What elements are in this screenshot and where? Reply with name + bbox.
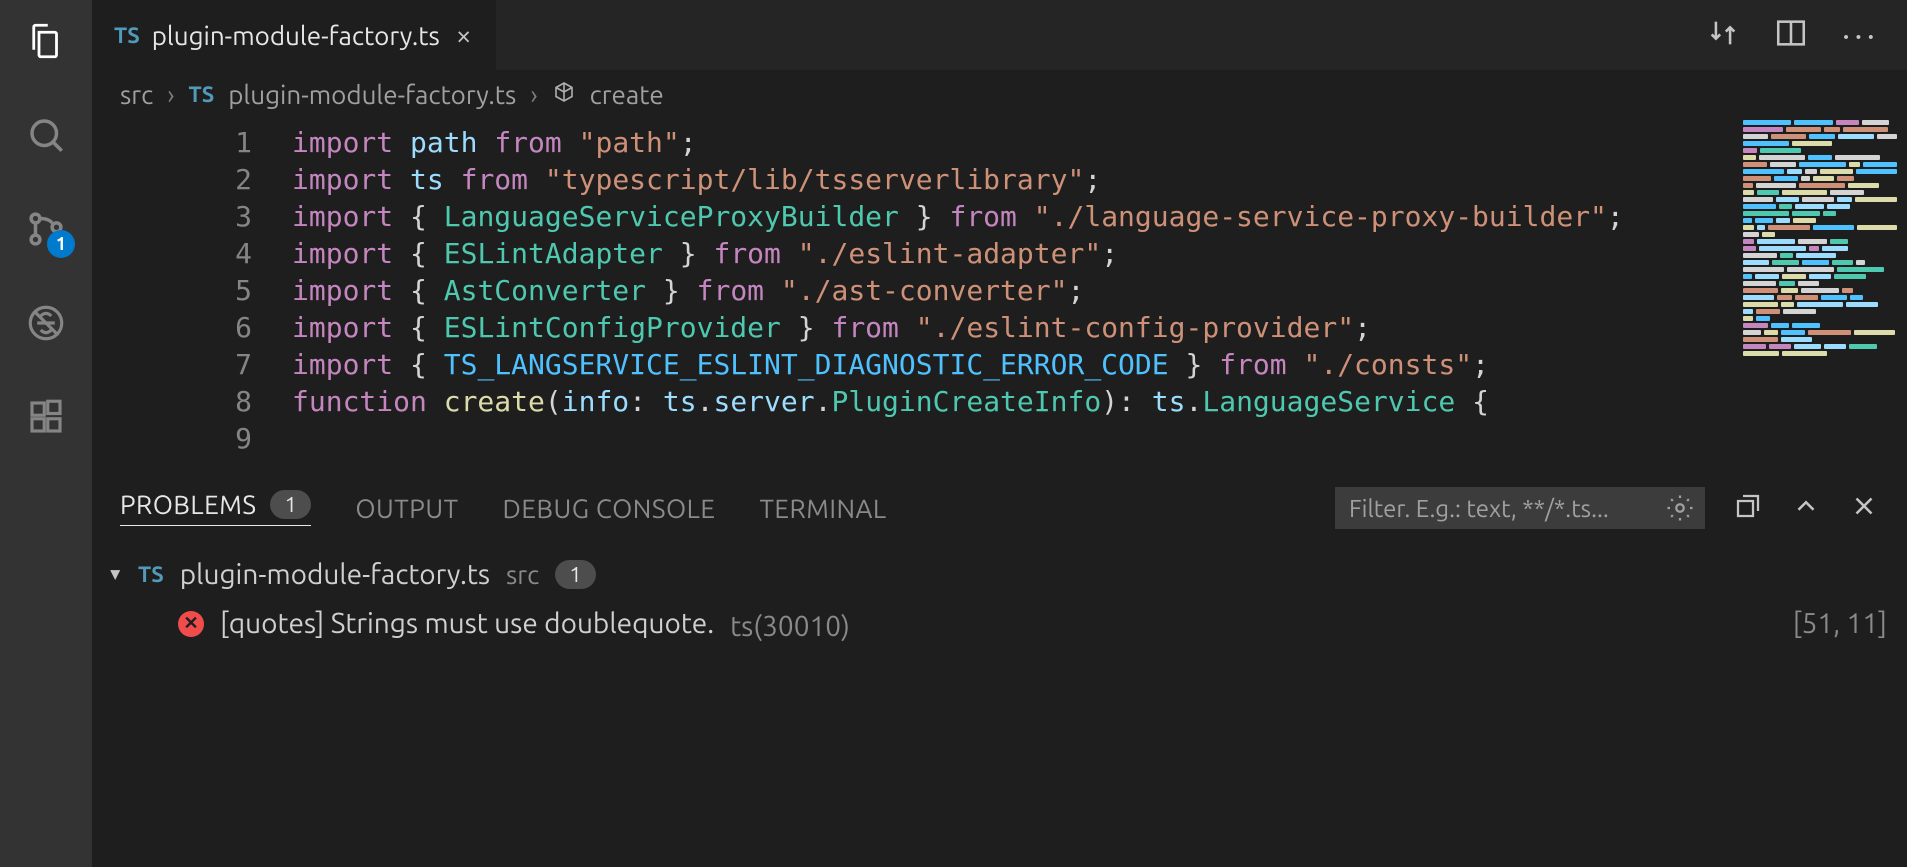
- chevron-up-icon[interactable]: [1791, 491, 1821, 525]
- tab-terminal[interactable]: TERMINAL: [759, 494, 886, 523]
- minimap[interactable]: [1737, 118, 1907, 470]
- tabs-actions: ···: [1706, 0, 1907, 70]
- tab-terminal-label: TERMINAL: [759, 494, 886, 523]
- ts-badge-icon: TS: [114, 23, 140, 48]
- search-icon[interactable]: [23, 112, 69, 158]
- panel-tabs: PROBLEMS 1 OUTPUT DEBUG CONSOLE TERMINAL…: [92, 471, 1907, 545]
- close-icon[interactable]: ×: [452, 20, 476, 51]
- problem-message: [quotes] Strings must use doublequote.: [220, 608, 714, 639]
- breadcrumb-symbol[interactable]: create: [590, 80, 664, 109]
- panel-body: ▸ TS plugin-module-factory.ts src 1 ✕ [q…: [92, 545, 1907, 659]
- tab-output-label: OUTPUT: [355, 494, 458, 523]
- filter-placeholder: Filter. E.g.: text, **/*.ts...: [1349, 495, 1609, 522]
- problems-count-badge: 1: [270, 490, 311, 519]
- chevron-right-icon: ›: [530, 80, 537, 109]
- line-number-gutter: 123456789: [92, 118, 292, 470]
- editor-tab[interactable]: TS plugin-module-factory.ts ×: [92, 0, 497, 70]
- split-editor-icon[interactable]: [1774, 16, 1808, 54]
- twisty-icon[interactable]: ▸: [105, 569, 129, 579]
- ts-badge-icon: TS: [189, 82, 215, 107]
- tab-problems-label: PROBLEMS: [120, 490, 256, 519]
- extensions-icon[interactable]: [23, 394, 69, 440]
- more-icon[interactable]: ···: [1842, 16, 1879, 54]
- tab-filename: plugin-module-factory.ts: [152, 21, 440, 50]
- breadcrumb-file[interactable]: plugin-module-factory.ts: [228, 80, 516, 109]
- breadcrumb-folder[interactable]: src: [120, 80, 153, 109]
- tab-debug-console[interactable]: DEBUG CONSOLE: [503, 494, 716, 523]
- ts-badge-icon: TS: [138, 562, 164, 587]
- tabs-row: TS plugin-module-factory.ts × ···: [92, 0, 1907, 70]
- compare-icon[interactable]: [1706, 16, 1740, 54]
- main-area: TS plugin-module-factory.ts × ··· src › …: [92, 0, 1907, 867]
- tab-output[interactable]: OUTPUT: [355, 494, 458, 523]
- symbol-icon: [552, 80, 576, 109]
- collapse-all-icon[interactable]: [1733, 491, 1763, 525]
- problem-file-name: plugin-module-factory.ts: [180, 559, 490, 590]
- filter-input[interactable]: Filter. E.g.: text, **/*.ts...: [1335, 487, 1705, 529]
- editor[interactable]: 123456789 import path from "path";import…: [92, 118, 1907, 470]
- chevron-right-icon: ›: [167, 80, 174, 109]
- tab-problems[interactable]: PROBLEMS 1: [120, 490, 311, 526]
- problem-file-count: 1: [555, 560, 595, 589]
- explorer-icon[interactable]: [23, 18, 69, 64]
- activity-bar: 1: [0, 0, 92, 867]
- scm-badge: 1: [47, 230, 75, 258]
- code-area[interactable]: import path from "path";import ts from "…: [292, 118, 1737, 470]
- problem-item[interactable]: ✕ [quotes] Strings must use doublequote.…: [112, 596, 1887, 651]
- close-panel-icon[interactable]: [1849, 491, 1879, 525]
- source-control-icon[interactable]: 1: [23, 206, 69, 252]
- debug-disabled-icon[interactable]: [23, 300, 69, 346]
- problem-file-folder: src: [506, 560, 539, 589]
- panel-actions: Filter. E.g.: text, **/*.ts...: [1335, 487, 1879, 529]
- error-icon: ✕: [178, 611, 204, 637]
- problem-location: [51, 11]: [1793, 608, 1887, 639]
- problem-file-row[interactable]: ▸ TS plugin-module-factory.ts src 1: [112, 553, 1887, 596]
- breadcrumb[interactable]: src › TS plugin-module-factory.ts › crea…: [92, 70, 1907, 118]
- tab-debug-label: DEBUG CONSOLE: [503, 494, 716, 523]
- problem-code: ts(30010): [730, 602, 1777, 645]
- filter-settings-icon[interactable]: [1665, 493, 1695, 523]
- panel: PROBLEMS 1 OUTPUT DEBUG CONSOLE TERMINAL…: [92, 470, 1907, 867]
